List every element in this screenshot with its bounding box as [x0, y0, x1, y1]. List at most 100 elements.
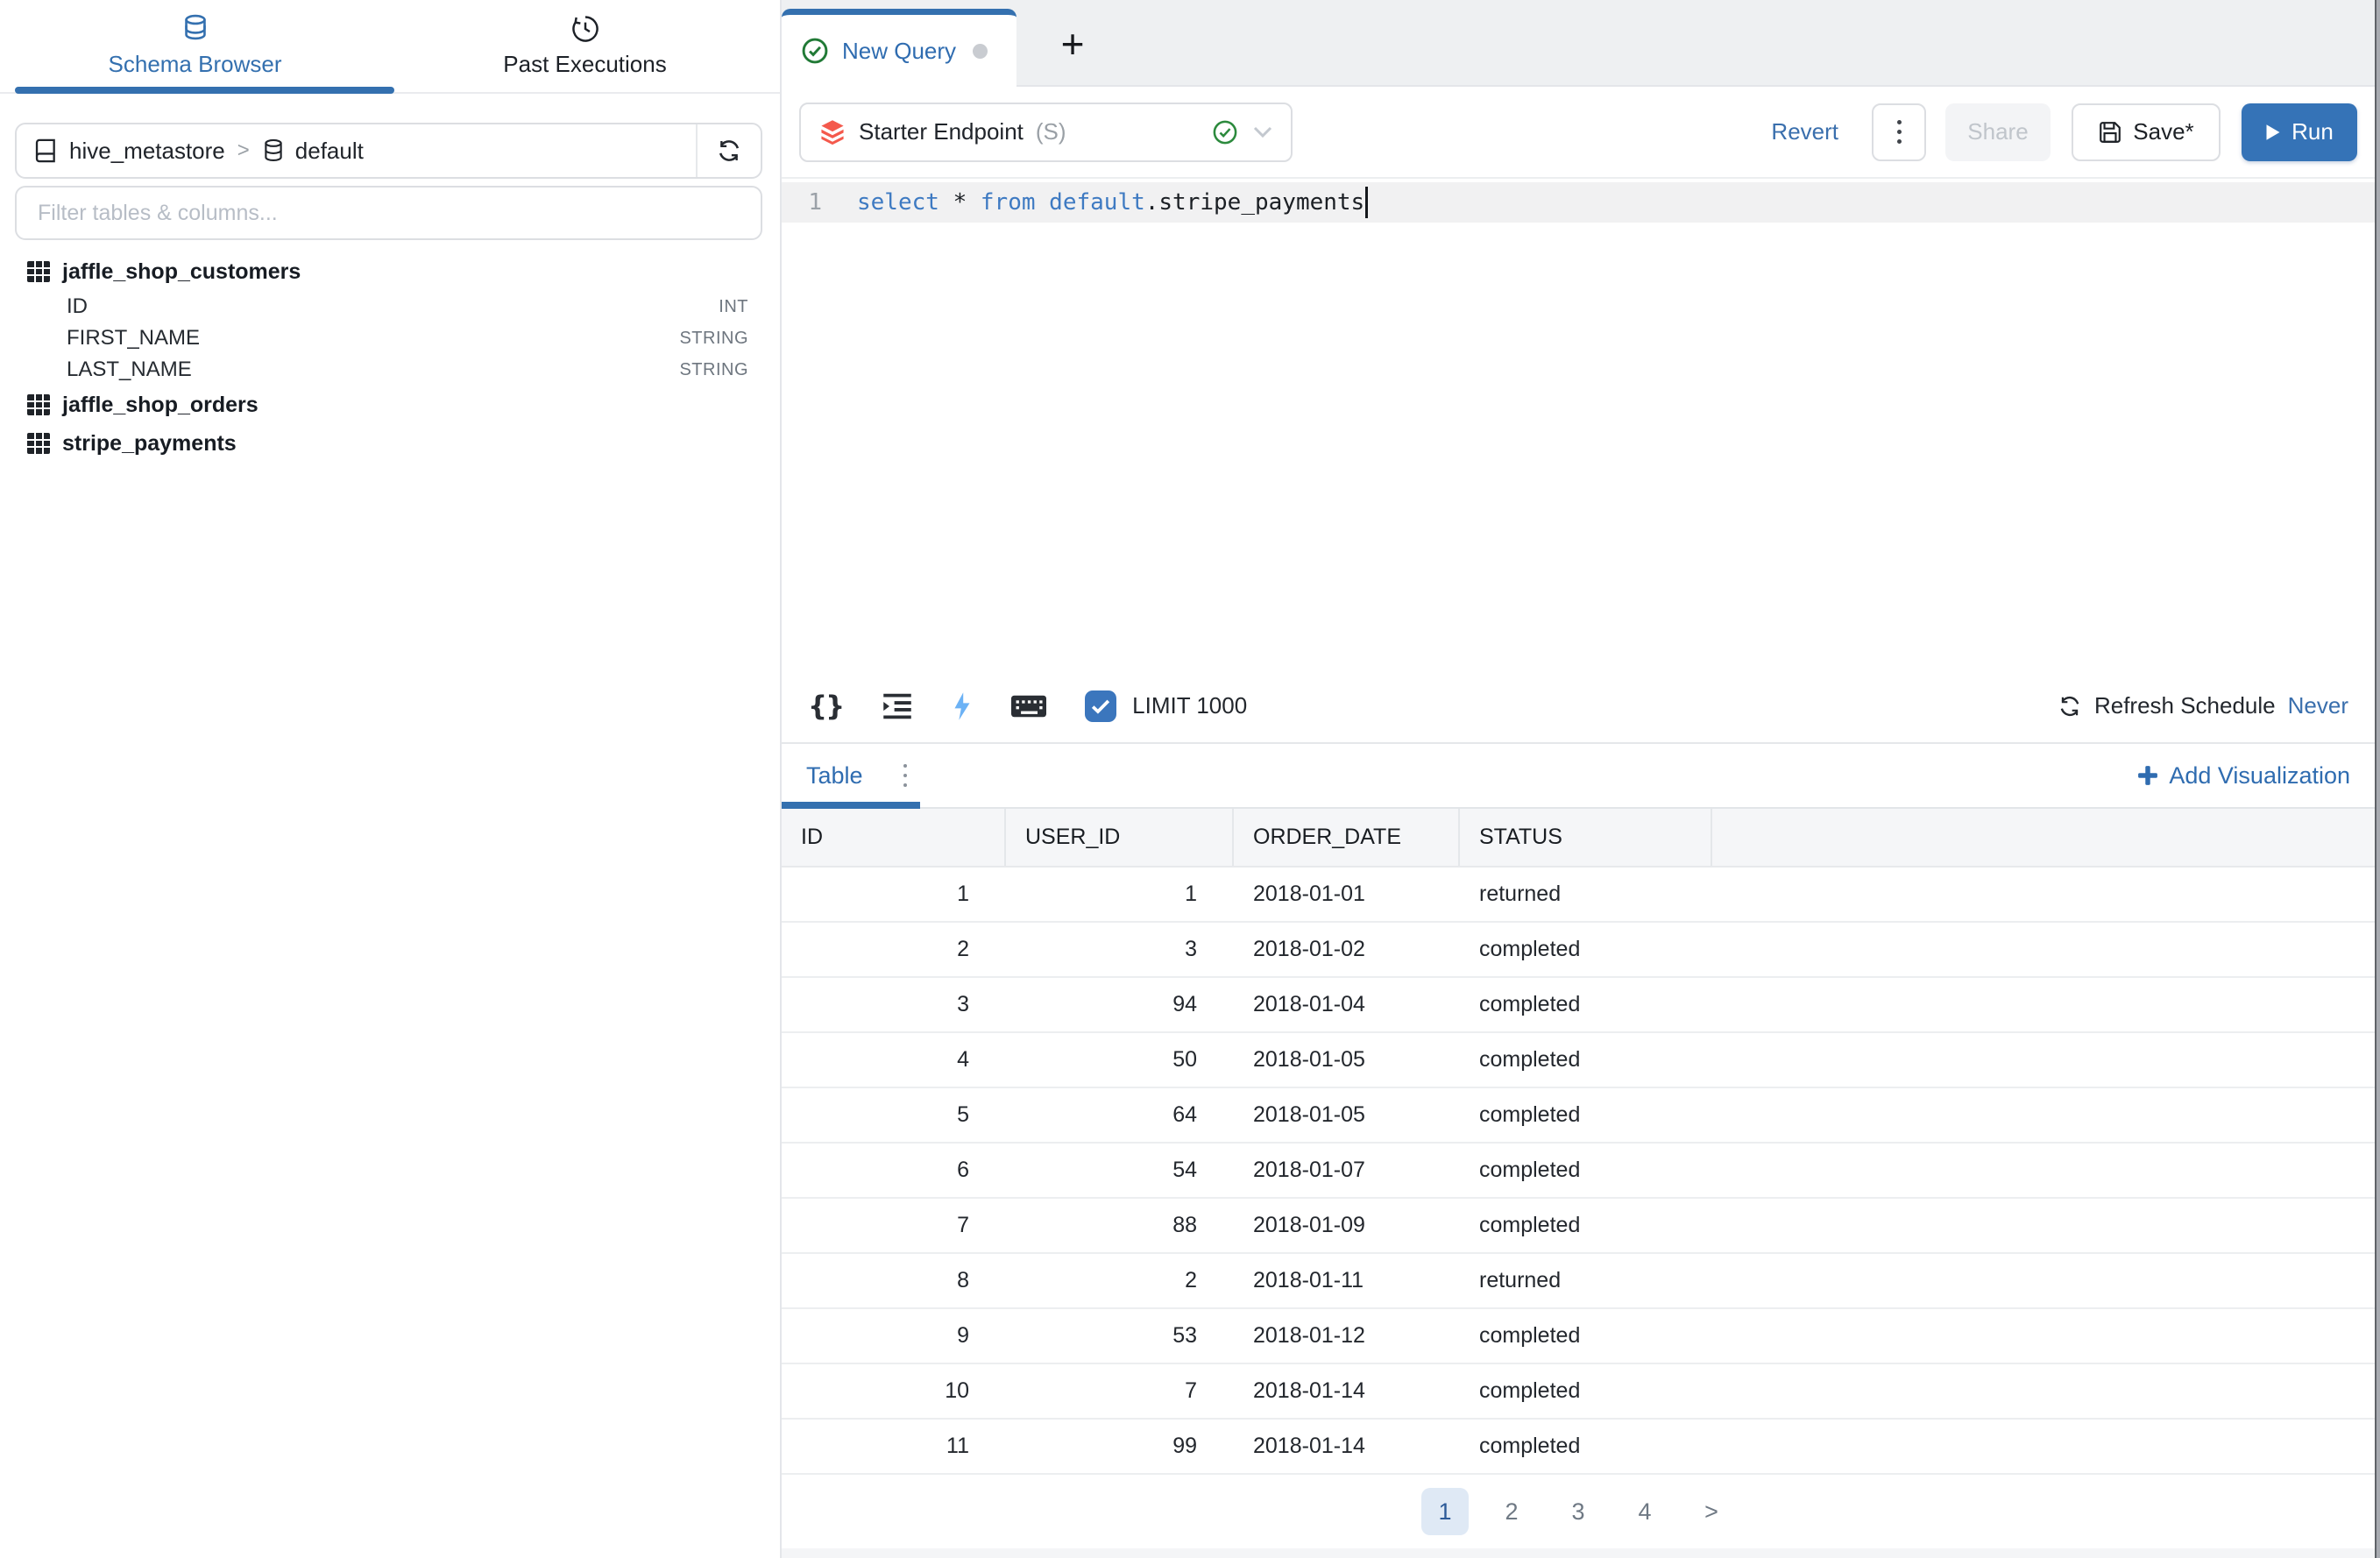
active-tab-underline	[15, 87, 394, 94]
results-cell: 1	[782, 868, 1006, 921]
limit-toggle[interactable]: LIMIT 1000	[1085, 690, 1247, 722]
results-tab-menu-button[interactable]	[903, 774, 907, 777]
keyboard-shortcuts-icon[interactable]	[1011, 693, 1046, 719]
results-cell: completed	[1460, 1199, 1712, 1252]
results-row: 7882018-01-09completed	[782, 1199, 2375, 1254]
results-cell: 4	[782, 1033, 1006, 1087]
sql-code-line: select * from default.stripe_payments	[857, 187, 1368, 218]
query-tab-active[interactable]: New Query	[782, 9, 1016, 87]
tab-label: Schema Browser	[109, 51, 282, 78]
schema-table-list: jaffle_shop_customers IDINTFIRST_NAMESTRI…	[0, 252, 782, 463]
results-column-header[interactable]: USER_ID	[1006, 809, 1234, 866]
autocomplete-braces-icon[interactable]: {}	[808, 690, 843, 722]
run-label: Run	[2291, 118, 2334, 145]
live-autocomplete-lightning-icon[interactable]	[952, 691, 973, 721]
revert-button[interactable]: Revert	[1771, 118, 1838, 145]
schema-column-item[interactable]: IDINT	[0, 291, 782, 322]
column-type: INT	[719, 297, 748, 317]
results-cell-filler	[1712, 868, 2375, 921]
results-cell: 2	[782, 923, 1006, 976]
kebab-icon	[903, 774, 907, 777]
query-pane: New Query + Starter Endpoint (S)	[782, 0, 2375, 1558]
sidebar-tabs: Schema Browser Past Executions	[0, 0, 780, 94]
results-row: 232018-01-02completed	[782, 923, 2375, 978]
results-cell: 2018-01-05	[1234, 1033, 1460, 1087]
schema-refresh-button[interactable]	[696, 124, 761, 177]
format-indent-icon[interactable]	[882, 692, 913, 720]
results-cell-filler	[1712, 1254, 2375, 1307]
column-type: STRING	[679, 329, 748, 349]
results-cell: completed	[1460, 1033, 1712, 1087]
results-cell: 9	[782, 1309, 1006, 1363]
results-cell-filler	[1712, 1309, 2375, 1363]
schema-table-item[interactable]: jaffle_shop_customers	[0, 252, 782, 291]
tab-schema-browser[interactable]: Schema Browser	[0, 0, 390, 92]
refresh-schedule-value[interactable]: Never	[2288, 692, 2348, 719]
page-button-3[interactable]: 3	[1555, 1488, 1602, 1535]
results-cell: 2018-01-01	[1234, 868, 1460, 921]
schema-table-name: jaffle_shop_customers	[62, 259, 301, 285]
plus-icon	[2137, 765, 2158, 786]
results-table-header: IDUSER_IDORDER_DATESTATUS	[782, 809, 2375, 868]
breadcrumb-catalog[interactable]: hive_metastore	[69, 138, 225, 165]
results-tabbar: Table Add Visualization	[782, 744, 2375, 809]
results-cell: 64	[1006, 1088, 1234, 1142]
save-button[interactable]: Save*	[2072, 103, 2221, 161]
results-cell-filler	[1712, 1088, 2375, 1142]
query-tab-label: New Query	[842, 38, 956, 65]
results-cell: 10	[782, 1364, 1006, 1418]
results-column-header[interactable]: ID	[782, 809, 1006, 866]
schema-column-item[interactable]: FIRST_NAMESTRING	[0, 322, 782, 354]
bottom-strip	[782, 1548, 2375, 1558]
results-row: 6542018-01-07completed	[782, 1144, 2375, 1199]
results-cell: 6	[782, 1144, 1006, 1197]
schema-table-name: stripe_payments	[62, 431, 237, 457]
results-cell-filler	[1712, 1199, 2375, 1252]
results-cell: 7	[782, 1199, 1006, 1252]
breadcrumb-chevron: >	[237, 138, 250, 163]
page-button-2[interactable]: 2	[1488, 1488, 1535, 1535]
results-row: 1072018-01-14completed	[782, 1364, 2375, 1420]
share-button[interactable]: Share	[1945, 103, 2051, 161]
results-column-header[interactable]: STATUS	[1460, 809, 1712, 866]
query-menu-button[interactable]	[1872, 103, 1926, 161]
schema-filter-input[interactable]	[15, 186, 762, 240]
query-tabstrip: New Query +	[782, 0, 2375, 87]
endpoint-selector[interactable]: Starter Endpoint (S)	[799, 103, 1293, 162]
tab-past-executions[interactable]: Past Executions	[390, 0, 780, 92]
column-type: STRING	[679, 360, 748, 380]
results-cell: completed	[1460, 1309, 1712, 1363]
results-row: 822018-01-11returned	[782, 1254, 2375, 1309]
text-cursor	[1365, 187, 1368, 218]
page-button-4[interactable]: 4	[1621, 1488, 1668, 1535]
results-tab-table[interactable]: Table	[806, 762, 863, 790]
schema-filter	[15, 186, 762, 240]
next-page-button[interactable]: >	[1688, 1488, 1735, 1535]
endpoint-name: Starter Endpoint	[859, 118, 1024, 145]
sql-editor[interactable]: 1 select * from default.stripe_payments	[782, 179, 2375, 669]
schema-column-item[interactable]: LAST_NAMESTRING	[0, 354, 782, 386]
saved-check-icon	[801, 37, 829, 65]
sql-token: from	[981, 189, 1036, 216]
window-scrollbar[interactable]	[2375, 0, 2380, 1558]
results-cell: 3	[1006, 923, 1234, 976]
limit-checkbox-checked-icon[interactable]	[1085, 690, 1116, 722]
page-button-1[interactable]: 1	[1421, 1488, 1469, 1535]
results-column-header[interactable]: ORDER_DATE	[1234, 809, 1460, 866]
schema-table-item[interactable]: jaffle_shop_orders	[0, 386, 782, 424]
table-grid-icon	[26, 260, 51, 283]
run-button[interactable]: Run	[2242, 103, 2357, 161]
schema-table-item[interactable]: stripe_payments	[0, 424, 782, 463]
add-query-tab-button[interactable]: +	[1041, 0, 1104, 87]
active-code-line: 1 select * from default.stripe_payments	[782, 182, 2375, 223]
results-column-header-filler	[1712, 809, 2375, 866]
results-active-tab-underline	[782, 802, 920, 809]
table-grid-icon	[26, 393, 51, 416]
refresh-schedule-label: Refresh Schedule	[2094, 692, 2276, 719]
sql-token	[967, 189, 981, 216]
breadcrumb-schema[interactable]: default	[295, 138, 364, 165]
pagination: 1234 >	[782, 1480, 2375, 1543]
results-cell: returned	[1460, 1254, 1712, 1307]
results-cell: completed	[1460, 1420, 1712, 1473]
add-visualization-button[interactable]: Add Visualization	[2137, 762, 2350, 790]
